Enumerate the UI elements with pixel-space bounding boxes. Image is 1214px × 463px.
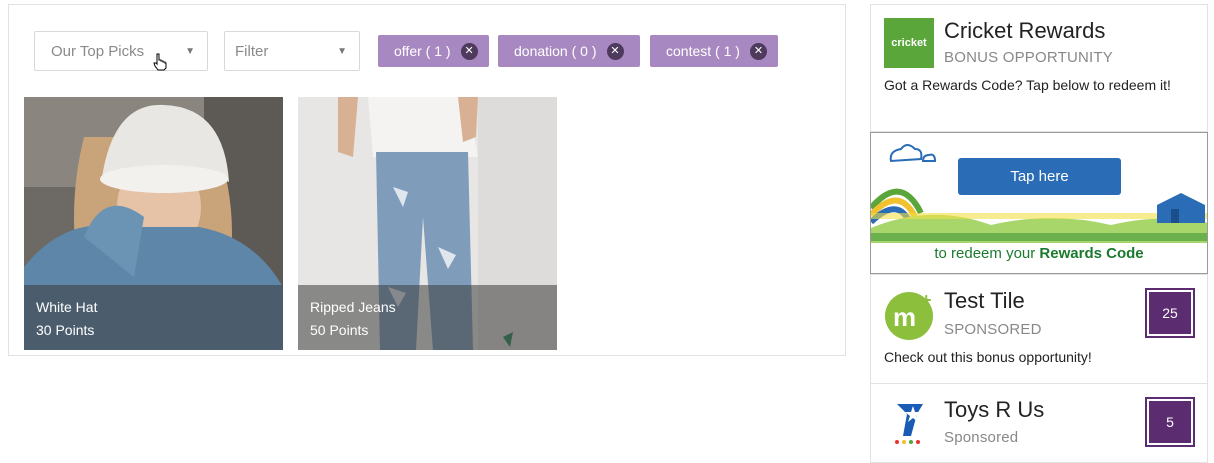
test-tile-card[interactable]: m + Test Tile SPONSORED Check out this b… xyxy=(870,274,1208,384)
card-subtitle: Sponsored xyxy=(944,429,1019,446)
m-plus-logo-icon: m + xyxy=(885,290,933,340)
filter-dropdown-label: Filter xyxy=(235,42,269,60)
sort-dropdown[interactable]: Our Top Picks ▼ xyxy=(34,31,208,71)
chevron-down-icon: ▼ xyxy=(185,45,195,57)
cricket-logo: cricket xyxy=(884,18,934,68)
redeem-banner[interactable]: Tap here to redeem your Rewards Code xyxy=(870,132,1208,274)
toys-r-us-logo-icon xyxy=(895,404,923,444)
filter-dropdown[interactable]: Filter ▼ xyxy=(224,31,360,71)
filter-chip-donation[interactable]: donation ( 0 ) ✕ xyxy=(498,35,640,67)
reward-tile-white-hat[interactable]: White Hat 30 Points xyxy=(24,97,283,350)
tap-here-button[interactable]: Tap here xyxy=(958,158,1121,195)
cricket-rewards-card[interactable]: cricket Cricket Rewards BONUS OPPORTUNIT… xyxy=(870,4,1208,132)
filter-chip-offer[interactable]: offer ( 1 ) ✕ xyxy=(378,35,489,67)
tile-caption: Ripped Jeans 50 Points xyxy=(298,285,557,350)
close-icon[interactable]: ✕ xyxy=(460,42,478,60)
card-description: Got a Rewards Code? Tap below to redeem … xyxy=(884,77,1171,93)
card-title: Cricket Rewards xyxy=(944,18,1106,43)
points-value: 25 xyxy=(1149,292,1191,334)
filter-chip-contest[interactable]: contest ( 1 ) ✕ xyxy=(650,35,778,67)
card-title: Toys R Us xyxy=(944,397,1045,422)
offers-panel: Our Top Picks ▼ Filter ▼ offer ( 1 ) ✕ d… xyxy=(8,4,846,356)
card-description: Check out this bonus opportunity! xyxy=(884,349,1092,365)
svg-text:+: + xyxy=(921,290,932,310)
hand-cursor-icon xyxy=(153,53,167,71)
card-title: Test Tile xyxy=(944,288,1025,313)
chevron-down-icon: ▼ xyxy=(337,45,347,57)
toys-r-us-card[interactable]: Toys R Us Sponsored 5 xyxy=(870,383,1208,463)
tile-points: 50 Points xyxy=(310,322,369,338)
card-subtitle: SPONSORED xyxy=(944,321,1042,338)
close-icon[interactable]: ✕ xyxy=(749,42,767,60)
points-badge: 5 xyxy=(1145,397,1195,447)
banner-caption-bold: Rewards Code xyxy=(1039,245,1144,262)
banner-caption-prefix: to redeem your xyxy=(934,245,1036,262)
reward-tile-ripped-jeans[interactable]: Ripped Jeans 50 Points xyxy=(298,97,557,350)
tile-title: White Hat xyxy=(36,299,98,315)
svg-text:m: m xyxy=(893,302,916,332)
chip-label: donation ( 0 ) xyxy=(514,43,597,59)
banner-caption: to redeem your Rewards Code xyxy=(871,245,1207,262)
chip-label: offer ( 1 ) xyxy=(394,43,451,59)
points-value: 5 xyxy=(1149,401,1191,443)
tile-title: Ripped Jeans xyxy=(310,299,396,315)
sidebar: cricket Cricket Rewards BONUS OPPORTUNIT… xyxy=(870,4,1208,463)
points-badge: 25 xyxy=(1145,288,1195,338)
card-subtitle: BONUS OPPORTUNITY xyxy=(944,49,1113,66)
chip-label: contest ( 1 ) xyxy=(666,43,740,59)
tile-caption: White Hat 30 Points xyxy=(24,285,283,350)
close-icon[interactable]: ✕ xyxy=(606,42,624,60)
tile-points: 30 Points xyxy=(36,322,95,338)
